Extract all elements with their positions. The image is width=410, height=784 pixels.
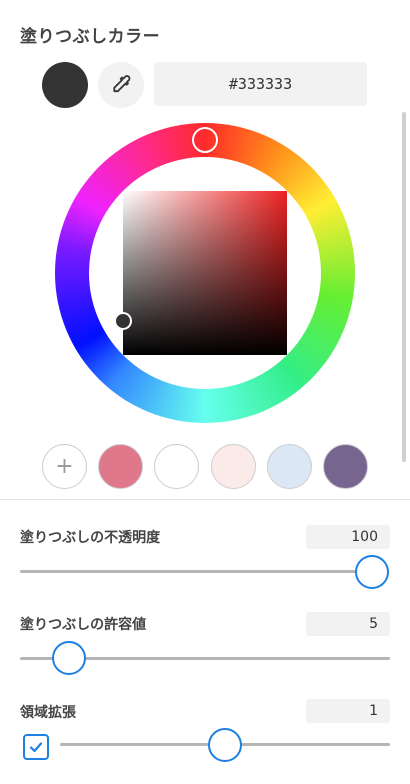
saturation-value-handle[interactable] xyxy=(114,312,132,330)
eyedropper-button[interactable] xyxy=(98,62,144,108)
tolerance-label: 塗りつぶしの許容値 xyxy=(20,617,147,633)
preset-swatch[interactable] xyxy=(211,444,256,489)
opacity-slider-track[interactable] xyxy=(20,570,372,573)
opacity-value-input[interactable]: 100 xyxy=(306,525,390,549)
preset-colors: + xyxy=(42,444,372,490)
expand-checkbox[interactable] xyxy=(23,734,49,760)
checkmark-icon xyxy=(29,742,43,753)
preset-swatch[interactable] xyxy=(98,444,143,489)
current-color-swatch[interactable] xyxy=(42,62,88,108)
hex-color-input[interactable]: #333333 xyxy=(154,62,367,106)
divider xyxy=(0,499,410,500)
add-preset-button[interactable]: + xyxy=(42,444,87,489)
expand-slider-knob[interactable] xyxy=(208,728,242,762)
tolerance-slider-knob[interactable] xyxy=(52,641,86,675)
expand-value-input[interactable]: 1 xyxy=(306,699,390,723)
eyedropper-icon xyxy=(113,75,131,93)
scrollbar[interactable] xyxy=(402,112,406,462)
expand-label: 領域拡張 xyxy=(20,705,76,721)
preset-swatch[interactable] xyxy=(323,444,368,489)
saturation-value-square[interactable] xyxy=(123,191,287,355)
preset-swatch[interactable] xyxy=(267,444,312,489)
opacity-slider-knob[interactable] xyxy=(355,555,389,589)
plus-icon: + xyxy=(55,454,74,479)
preset-swatch[interactable] xyxy=(154,444,199,489)
opacity-label: 塗りつぶしの不透明度 xyxy=(20,530,161,546)
panel-title: 塗りつぶしカラー xyxy=(20,27,161,47)
tolerance-value-input[interactable]: 5 xyxy=(306,612,390,636)
hue-handle[interactable] xyxy=(192,127,218,153)
